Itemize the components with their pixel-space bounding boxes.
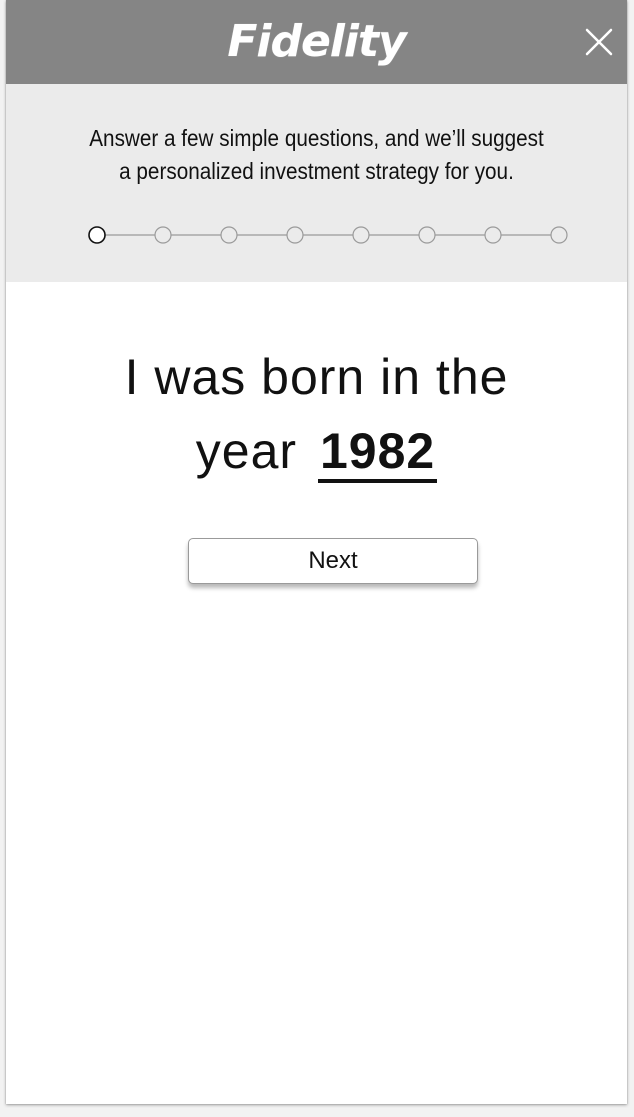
birth-year-input[interactable]: 1982 bbox=[317, 423, 438, 483]
step-progress-track bbox=[88, 226, 568, 244]
question-line-2: year 1982 bbox=[6, 414, 627, 488]
header-bar: Fidelity bbox=[6, 0, 627, 84]
next-button[interactable]: Next bbox=[188, 538, 478, 584]
step-dot bbox=[286, 226, 304, 244]
fidelity-logo: Fidelity bbox=[6, 14, 627, 70]
brand-name: Fidelity bbox=[227, 16, 406, 67]
step-dot bbox=[550, 226, 568, 244]
close-button[interactable] bbox=[583, 26, 615, 58]
step-dot bbox=[220, 226, 238, 244]
step-dot bbox=[154, 226, 172, 244]
intro-line-2: a personalized investment strategy for y… bbox=[119, 158, 514, 184]
question-line-1: I was born in the bbox=[124, 349, 509, 405]
step-progress bbox=[6, 223, 627, 247]
question-year-prefix: year bbox=[195, 423, 298, 479]
app-frame: Fidelity Answer a few simple questions, … bbox=[6, 0, 627, 1104]
question-block: I was born in the year 1982 bbox=[6, 340, 627, 488]
step-dot bbox=[352, 226, 370, 244]
intro-panel: Answer a few simple questions, and we’ll… bbox=[6, 84, 627, 282]
intro-text: Answer a few simple questions, and we’ll… bbox=[64, 122, 569, 188]
step-dot bbox=[484, 226, 502, 244]
step-dot-current bbox=[88, 226, 106, 244]
step-dot bbox=[418, 226, 436, 244]
close-icon bbox=[585, 28, 613, 56]
intro-line-1: Answer a few simple questions, and we’ll… bbox=[89, 125, 544, 151]
